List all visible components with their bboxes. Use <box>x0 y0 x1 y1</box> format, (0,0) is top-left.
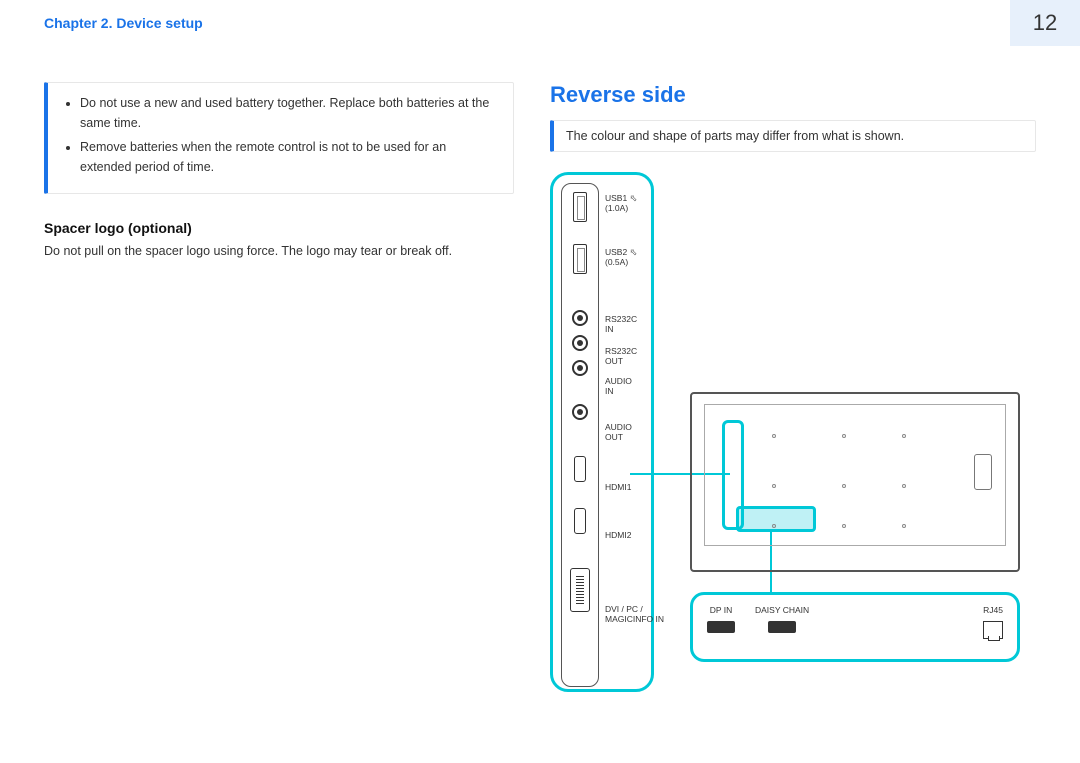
usb2-amp-label: (0.5A) <box>605 257 628 267</box>
screw-icon <box>772 524 776 528</box>
daisy-chain-label: DAISY CHAIN <box>755 605 809 615</box>
usb2-label: USB2 <box>605 247 627 257</box>
usb1-amp-label: (1.0A) <box>605 203 628 213</box>
content-area: Do not use a new and used battery togeth… <box>0 46 1080 692</box>
rj45-label: RJ45 <box>983 605 1003 615</box>
spacer-logo-heading: Spacer logo (optional) <box>44 220 514 236</box>
screw-icon <box>902 434 906 438</box>
usb1-label: USB1 <box>605 193 627 203</box>
daisy-chain-port: DAISY CHAIN <box>755 605 809 633</box>
audio-out-icon <box>572 404 588 420</box>
back-panel-diagram <box>690 392 1020 572</box>
spacer-logo-body: Do not pull on the spacer logo using for… <box>44 242 514 261</box>
side-port-strip: USB1 ⬁ (1.0A) USB2 ⬁ (0.5A) RS232CIN RS2… <box>550 172 654 692</box>
screw-icon <box>772 484 776 488</box>
audio-in-icon <box>572 360 588 376</box>
screw-icon <box>772 434 776 438</box>
power-socket-icon <box>974 454 992 490</box>
usb-icon: ⬁ <box>630 247 638 257</box>
rj45-port: RJ45 <box>983 605 1003 639</box>
dvi-label: DVI / PC /MAGICINFO IN <box>605 604 664 624</box>
audio-out-label: AUDIOOUT <box>605 422 632 442</box>
hdmi1-label: HDMI1 <box>605 482 631 492</box>
screw-icon <box>842 434 846 438</box>
hdmi2-icon <box>574 508 586 534</box>
rs232c-out-icon <box>572 335 588 351</box>
screw-icon <box>902 484 906 488</box>
bottom-port-strip: DP IN DAISY CHAIN RJ45 <box>690 592 1020 662</box>
right-column: Reverse side The colour and shape of par… <box>550 82 1036 692</box>
dvi-port-icon <box>570 568 590 612</box>
usb2-port-icon <box>573 244 587 274</box>
rs232c-in-icon <box>572 310 588 326</box>
dp-in-label: DP IN <box>710 605 733 615</box>
battery-info-box: Do not use a new and used battery togeth… <box>44 82 514 194</box>
rj45-icon <box>983 621 1003 639</box>
top-bar: Chapter 2. Device setup 12 <box>0 0 1080 46</box>
dp-port-icon <box>707 621 735 633</box>
info-item: Remove batteries when the remote control… <box>80 137 499 177</box>
screw-icon <box>902 524 906 528</box>
rs232c-in-label: RS232CIN <box>605 314 637 334</box>
left-column: Do not use a new and used battery togeth… <box>44 82 514 692</box>
reverse-side-title: Reverse side <box>550 82 1036 108</box>
reverse-side-diagram: USB1 ⬁ (1.0A) USB2 ⬁ (0.5A) RS232CIN RS2… <box>550 172 1030 692</box>
usb-icon: ⬁ <box>630 193 638 203</box>
page-number: 12 <box>1010 0 1080 46</box>
dp-in-port: DP IN <box>707 605 735 633</box>
audio-in-label: AUDIOIN <box>605 376 632 396</box>
hdmi2-label: HDMI2 <box>605 530 631 540</box>
port-inner-frame <box>561 183 599 687</box>
highlight-bottom-ports <box>736 506 816 532</box>
screw-icon <box>842 524 846 528</box>
hdmi1-icon <box>574 456 586 482</box>
rs232c-out-label: RS232COUT <box>605 346 637 366</box>
info-item: Do not use a new and used battery togeth… <box>80 93 499 133</box>
shape-note-box: The colour and shape of parts may differ… <box>550 120 1036 152</box>
dp-port-icon <box>768 621 796 633</box>
breadcrumb: Chapter 2. Device setup <box>0 15 203 31</box>
screw-icon <box>842 484 846 488</box>
usb1-port-icon <box>573 192 587 222</box>
